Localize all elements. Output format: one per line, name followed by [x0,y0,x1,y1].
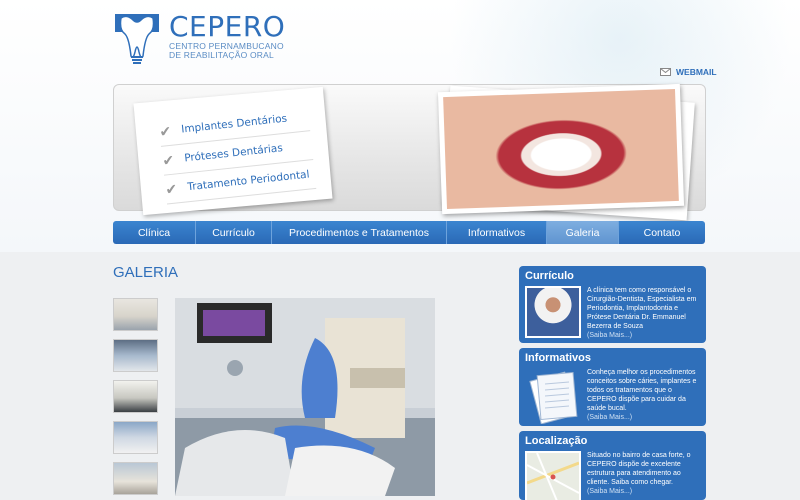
doctor-avatar [525,286,581,338]
tooth-logo-icon [113,12,161,64]
banner-service-label: Próteses Dentárias [183,142,284,165]
gallery-thumbnail[interactable] [113,421,158,454]
smile-photo [437,83,685,215]
nav-item-curriculo[interactable]: Currículo [196,221,272,244]
webmail-label: WEBMAIL [676,67,717,77]
nav-item-galeria[interactable]: Galeria [547,221,619,244]
checkmark-icon: ✔ [158,122,172,140]
logo[interactable]: CEPERO CENTRO PERNAMBUCANO DE REABILITAÇ… [113,12,285,68]
nav-item-contato[interactable]: Contato [619,221,705,244]
sidebar-localizacao: Localização Situado no bairro de casa fo… [519,431,706,500]
sidebar-informativos: Informativos Conheça melhor os procedime… [519,348,706,426]
sidebar-localizacao-more-link[interactable]: (Saiba Mais...) [587,487,700,496]
nav-item-procedimentos[interactable]: Procedimentos e Tratamentos [272,221,447,244]
envelope-icon [660,68,671,76]
sidebar-localizacao-text: Situado no bairro de casa forte, o CEPER… [587,452,691,486]
brand-subtitle-2: DE REABILITAÇÃO ORAL [169,50,274,60]
sidebar-curriculo-more-link[interactable]: (Saiba Mais...) [587,331,700,340]
sidebar-informativos-more-link[interactable]: (Saiba Mais...) [587,413,700,422]
documents-icon [525,368,581,425]
sidebar-informativos-title: Informativos [525,352,592,364]
sidebar-curriculo-text: A clínica tem como responsável o Cirurgi… [587,287,697,330]
banner-services-list: ✔ Implantes Dentários ✔ Próteses Dentári… [158,102,317,205]
gallery-thumbnail[interactable] [113,339,158,372]
nav-item-clinica[interactable]: Clínica [113,221,196,244]
banner-service-label: Tratamento Periodontal [186,168,311,194]
gallery-main-photo [175,298,435,496]
gallery-thumbnail[interactable] [113,380,158,413]
page-title: GALERIA [113,264,179,281]
sidebar-localizacao-title: Localização [525,435,588,447]
webmail-link[interactable]: WEBMAIL [660,67,717,77]
checkmark-icon: ✔ [164,179,178,198]
nav-item-informativos[interactable]: Informativos [447,221,547,244]
sidebar-curriculo: Currículo A clínica tem como responsável… [519,266,706,343]
gallery-thumbnail[interactable] [113,298,158,331]
main-navigation: Clínica Currículo Procedimentos e Tratam… [113,221,705,244]
banner-service-label: Implantes Dentários [180,112,288,136]
location-map-thumbnail[interactable] [525,451,581,500]
checkmark-icon: ✔ [161,151,175,169]
sidebar-curriculo-title: Currículo [525,270,574,282]
gallery-thumbnail[interactable] [113,462,158,495]
brand-name: CEPERO [169,10,286,43]
sidebar-informativos-text: Conheça melhor os procedimentos conceito… [587,369,697,412]
